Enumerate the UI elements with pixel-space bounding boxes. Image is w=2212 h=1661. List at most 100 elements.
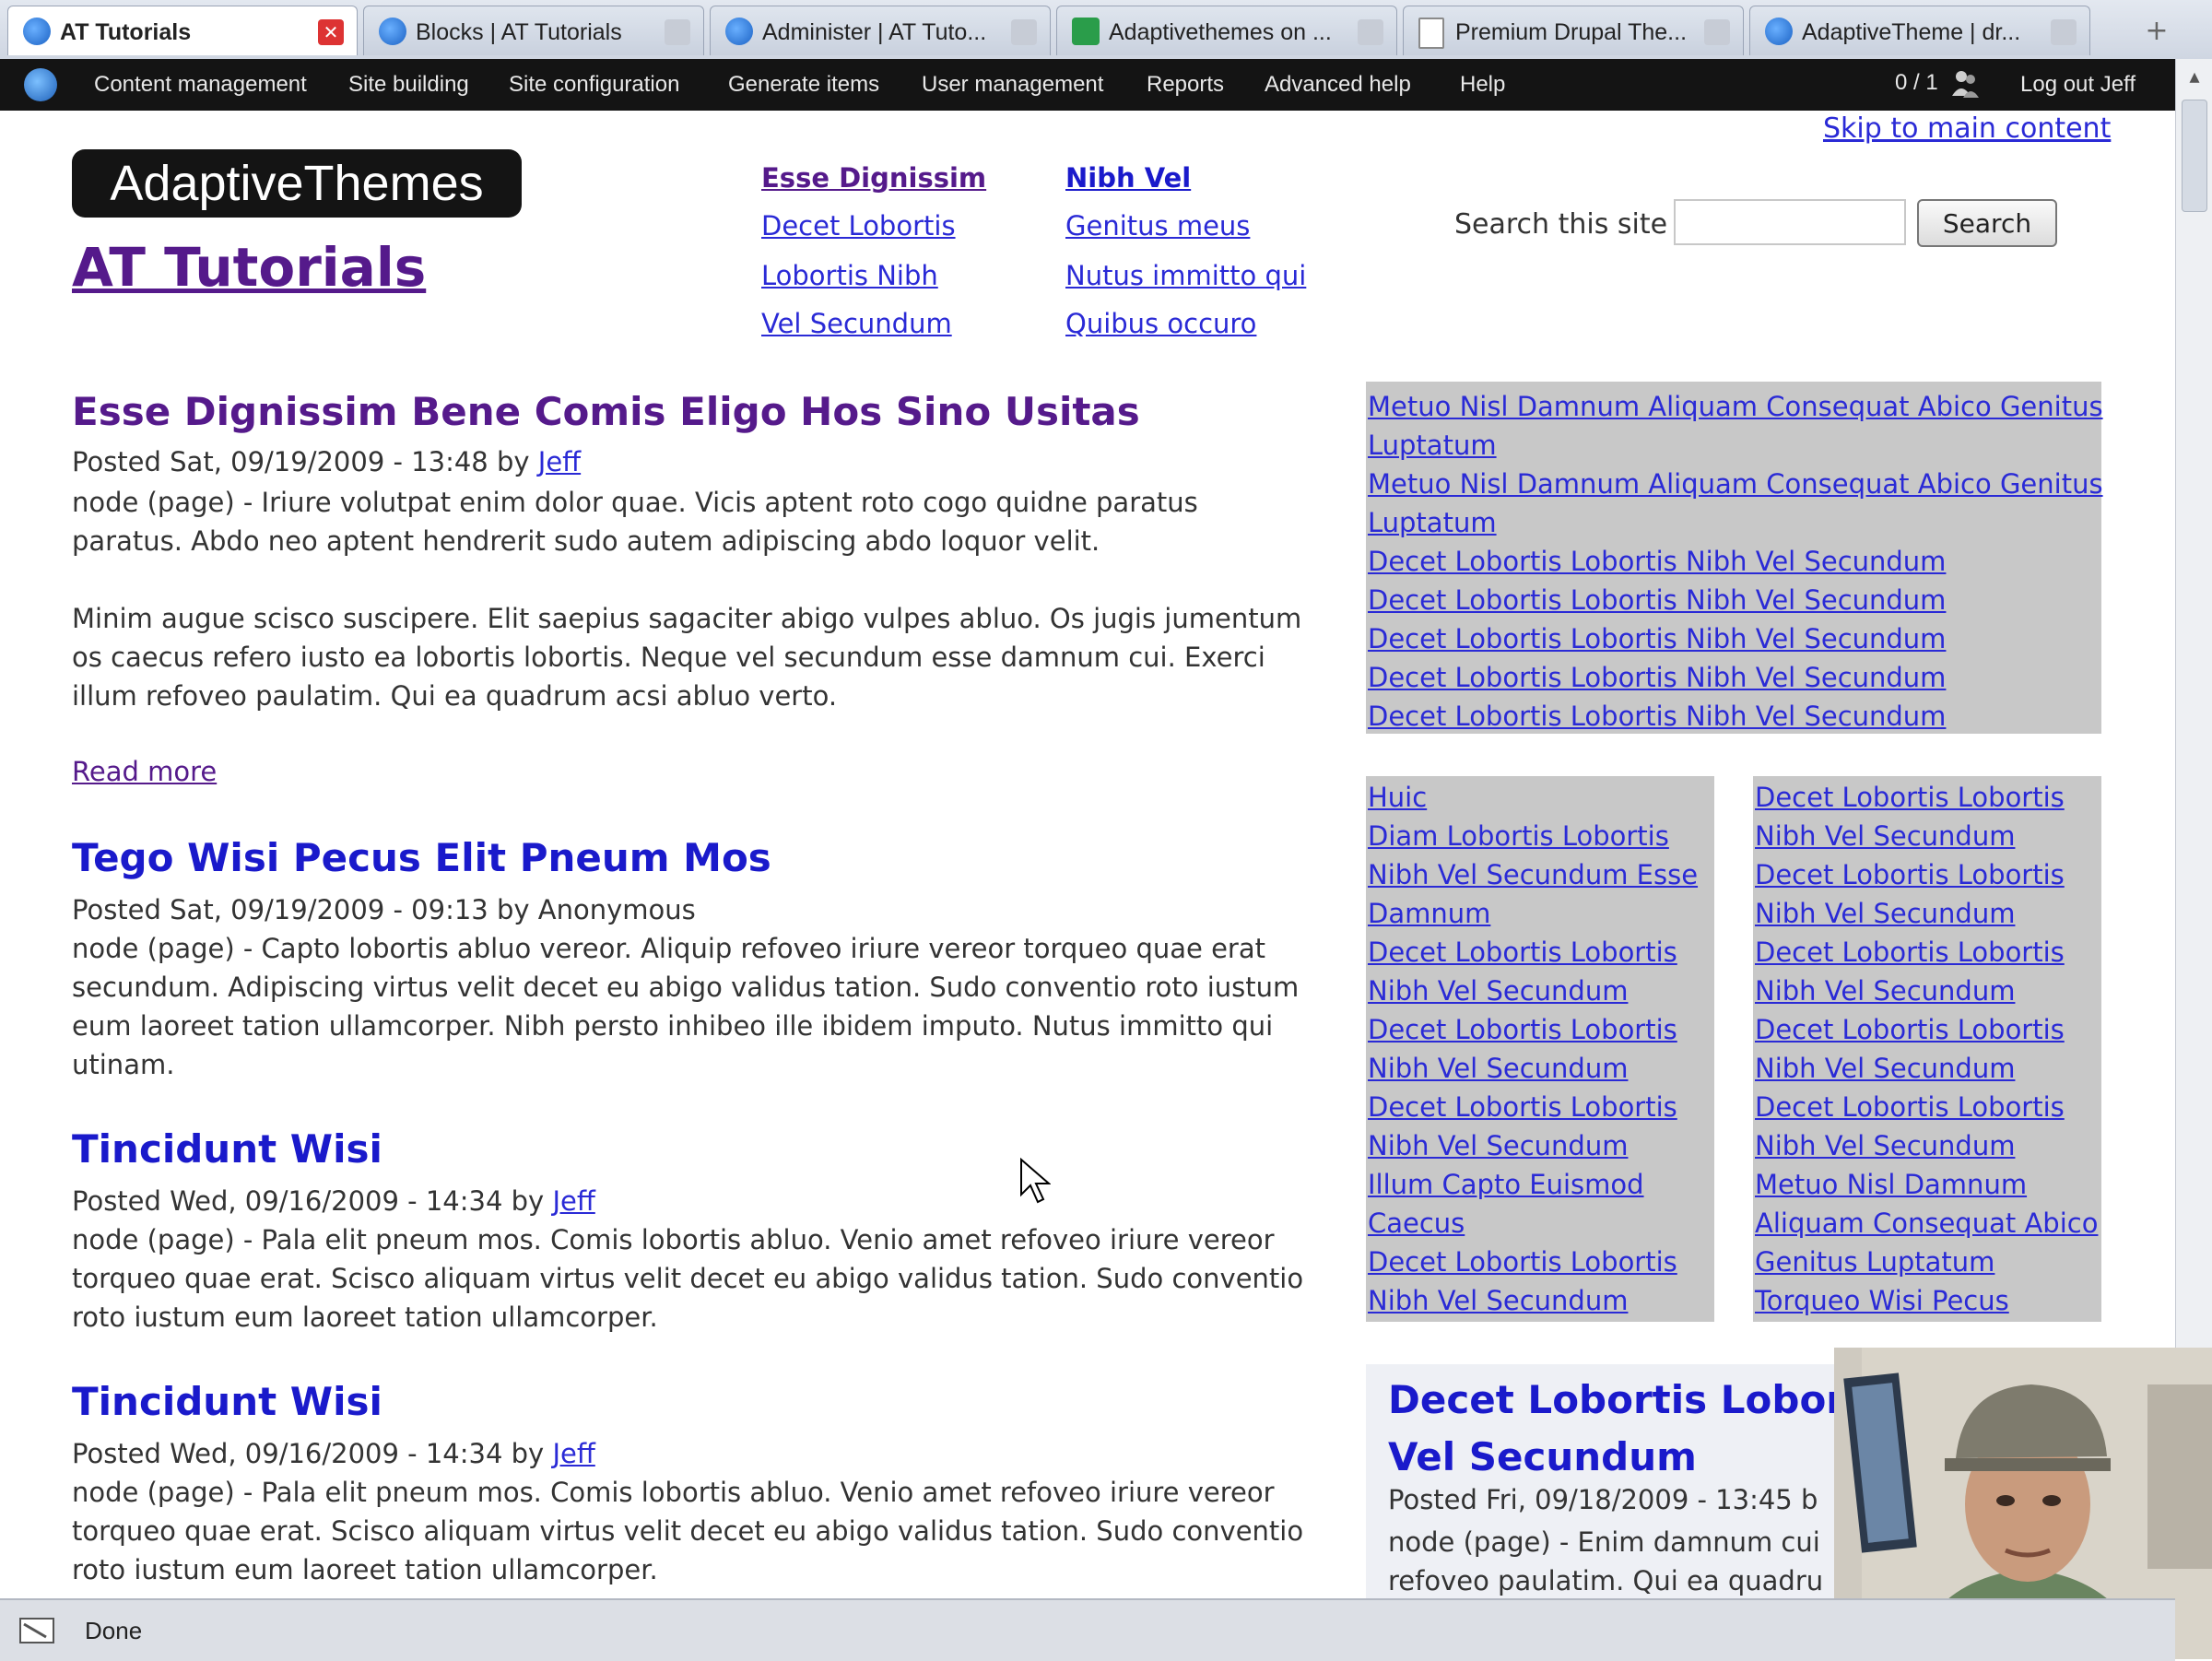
admin-menu-generate-items[interactable]: Generate items — [728, 72, 879, 98]
admin-menu-advanced-help[interactable]: Advanced help — [1265, 72, 1411, 98]
close-tab-icon[interactable]: ✕ — [318, 19, 344, 45]
node-title[interactable]: Tego Wisi Pecus Elit Pneum Mos — [72, 835, 771, 880]
sidebar-link[interactable]: Decet Lobortis Lobortis — [1368, 937, 1677, 968]
author-link[interactable]: Jeff — [538, 446, 581, 477]
tab-label: Adaptivethemes on ... — [1109, 19, 1332, 45]
primary-link-vel-secundum[interactable]: Vel Secundum — [761, 308, 952, 339]
sidebar-link[interactable]: Nibh Vel Secundum — [1755, 1130, 2015, 1161]
sidebar-link[interactable]: Damnum — [1368, 898, 1490, 929]
scroll-up-arrow-icon[interactable]: ▴ — [2183, 66, 2206, 88]
sidebar-link[interactable]: Huic — [1368, 782, 1427, 813]
sidebar-link[interactable]: Metuo Nisl Damnum Aliquam Consequat Abic… — [1368, 391, 2103, 422]
author-link[interactable]: Jeff — [552, 1185, 594, 1217]
sidebar-link[interactable]: Torqueo Wisi Pecus — [1755, 1285, 2009, 1316]
node-title[interactable]: Tincidunt Wisi — [72, 1379, 382, 1424]
sidebar-link[interactable]: Illum Capto Euismod — [1368, 1169, 1644, 1200]
admin-menu-site-configuration[interactable]: Site configuration — [509, 72, 679, 98]
close-tab-icon[interactable]: ✕ — [2051, 19, 2077, 45]
node-title[interactable]: Tincidunt Wisi — [72, 1126, 382, 1172]
mouse-cursor-icon — [1020, 1158, 1051, 1204]
sidebar-link[interactable]: Metuo Nisl Damnum — [1755, 1169, 2027, 1200]
sidebar-link[interactable]: Decet Lobortis Lobortis — [1368, 1246, 1677, 1278]
sidebar-link[interactable]: Nibh Vel Secundum — [1368, 1285, 1628, 1316]
admin-menu-user-management[interactable]: User management — [922, 72, 1103, 98]
primary-link-nibh-vel[interactable]: Nibh Vel — [1065, 162, 1191, 194]
tab-premium-drupal[interactable]: Premium Drupal The... ✕ — [1403, 6, 1744, 55]
sidebar-link[interactable]: Nibh Vel Secundum — [1755, 898, 2015, 929]
logout-link[interactable]: Log out Jeff — [2020, 72, 2136, 98]
sidebar-link[interactable]: Decet Lobortis Lobortis — [1755, 782, 2065, 813]
admin-menu-content-management[interactable]: Content management — [94, 72, 307, 98]
sidebar-link[interactable]: Luptatum — [1368, 430, 1497, 461]
sidebar-link[interactable]: Decet Lobortis Lobortis — [1368, 1091, 1677, 1123]
primary-link-esse-dignissim[interactable]: Esse Dignissim — [761, 162, 986, 194]
primary-link-nutus-immitto-qui[interactable]: Nutus immitto qui — [1065, 260, 1306, 291]
skip-to-main-content-link[interactable]: Skip to main content — [1823, 112, 2111, 145]
sidebar-link[interactable]: Decet Lobortis Lobortis — [1755, 937, 2065, 968]
sidebar-link[interactable]: Decet Lobortis Lobortis Nibh Vel Secundu… — [1368, 584, 1946, 616]
admin-menu-reports[interactable]: Reports — [1147, 72, 1224, 98]
primary-link-genitus-meus[interactable]: Genitus meus — [1065, 210, 1250, 241]
primary-link-decet-lobortis[interactable]: Decet Lobortis — [761, 210, 956, 241]
search-button[interactable]: Search — [1917, 199, 2057, 247]
sidebar-link[interactable]: Decet Lobortis Lobortis — [1368, 1014, 1677, 1045]
sidebar-link[interactable]: Decet Lobortis Lobortis — [1755, 1014, 2065, 1045]
read-more-link[interactable]: Read more — [72, 756, 217, 787]
sidebar-link[interactable]: Decet Lobortis Lobortis Nibh Vel Secundu… — [1368, 546, 1946, 577]
sidebar-link[interactable]: Decet Lobortis Lobortis — [1755, 859, 2065, 890]
body-line: torqueo quae erat. Scisco aliquam virtus… — [72, 1263, 1304, 1294]
sidebar-link[interactable]: Luptatum — [1368, 507, 1497, 538]
body-line: secundum. Adipiscing virtus velit decet … — [72, 972, 1300, 1003]
sidebar-link[interactable]: Nibh Vel Secundum — [1368, 1053, 1628, 1084]
close-tab-icon[interactable]: ✕ — [665, 19, 690, 45]
node-meta-text: Posted Sat, 09/19/2009 - 13:48 by — [72, 446, 538, 477]
drupal-logo-icon[interactable] — [24, 68, 57, 101]
tab-administer[interactable]: Administer | AT Tuto... ✕ — [710, 6, 1051, 55]
search-label: Search this site — [1454, 208, 1668, 241]
tab-adaptivethemes-vimeo[interactable]: Adaptivethemes on ... ✕ — [1056, 6, 1397, 55]
sidebar-link[interactable]: Nibh Vel Secundum — [1755, 1053, 2015, 1084]
body-line: node (page) - Pala elit pneum mos. Comis… — [72, 1224, 1275, 1255]
sidebar-link[interactable]: Nibh Vel Secundum — [1368, 1130, 1628, 1161]
sidebar-link[interactable]: Decet Lobortis Lobortis Nibh Vel Secundu… — [1368, 623, 1946, 654]
admin-menu-help[interactable]: Help — [1460, 72, 1505, 98]
site-logo[interactable]: AdaptiveThemes — [72, 149, 522, 218]
sidebar-link[interactable]: Decet Lobortis Lobortis Nibh Vel Secundu… — [1368, 662, 1946, 693]
sidebar-link[interactable]: Caecus — [1368, 1207, 1465, 1239]
tab-label: AT Tutorials — [60, 19, 192, 45]
body-line: Minim augue scisco suscipere. Elit saepi… — [72, 603, 1302, 634]
primary-link-quibus-occuro[interactable]: Quibus occuro — [1065, 308, 1256, 339]
sidebar-link[interactable]: Nibh Vel Secundum Esse — [1368, 859, 1698, 890]
node-body: node (page) - Capto lobortis abluo vereo… — [72, 929, 1325, 1084]
sidebar-link[interactable]: Genitus Luptatum — [1755, 1246, 1994, 1278]
close-tab-icon[interactable]: ✕ — [1358, 19, 1383, 45]
search-input[interactable] — [1674, 199, 1906, 245]
node-meta-text: Posted Wed, 09/16/2009 - 14:34 by — [72, 1185, 553, 1217]
sidebar-link[interactable]: Diam Lobortis Lobortis — [1368, 820, 1669, 852]
body-line — [72, 560, 1325, 599]
sidebar-link[interactable]: Nibh Vel Secundum — [1755, 820, 2015, 852]
body-line: os caecus refero iusto ea lobortis lobor… — [72, 642, 1265, 673]
primary-link-lobortis-nibh[interactable]: Lobortis Nibh — [761, 260, 938, 291]
node-title[interactable]: Esse Dignissim Bene Comis Eligo Hos Sino… — [72, 389, 1140, 434]
scroll-thumb[interactable] — [2182, 100, 2207, 212]
close-tab-icon[interactable]: ✕ — [1011, 19, 1037, 45]
tab-at-tutorials[interactable]: AT Tutorials ✕ — [7, 6, 358, 55]
node-meta: Posted Sat, 09/19/2009 - 13:48 by Jeff — [72, 446, 581, 477]
new-tab-button[interactable]: + — [2120, 9, 2194, 53]
close-tab-icon[interactable]: ✕ — [1704, 19, 1730, 45]
sidebar-link[interactable]: Aliquam Consequat Abico — [1755, 1207, 2098, 1239]
sidebar-link[interactable]: Nibh Vel Secundum — [1755, 975, 2015, 1007]
tab-adaptivetheme-drupal[interactable]: AdaptiveTheme | dr... ✕ — [1749, 6, 2090, 55]
sidebar-link[interactable]: Metuo Nisl Damnum Aliquam Consequat Abic… — [1368, 468, 2103, 500]
node-body: node (page) - Pala elit pneum mos. Comis… — [72, 1220, 1325, 1337]
sidebar-link[interactable]: Nibh Vel Secundum — [1368, 975, 1628, 1007]
node-body: node (page) - Iriure volutpat enim dolor… — [72, 483, 1325, 715]
sidebar-link[interactable]: Decet Lobortis Lobortis — [1755, 1091, 2065, 1123]
tab-blocks[interactable]: Blocks | AT Tutorials ✕ — [363, 6, 704, 55]
sidebar-block-right: Decet Lobortis Lobortis Nibh Vel Secundu… — [1753, 776, 2101, 1322]
sidebar-link[interactable]: Decet Lobortis Lobortis Nibh Vel Secundu… — [1368, 701, 1946, 732]
site-name[interactable]: AT Tutorials — [72, 236, 426, 299]
admin-menu-site-building[interactable]: Site building — [348, 72, 469, 98]
author-link[interactable]: Jeff — [552, 1438, 594, 1469]
